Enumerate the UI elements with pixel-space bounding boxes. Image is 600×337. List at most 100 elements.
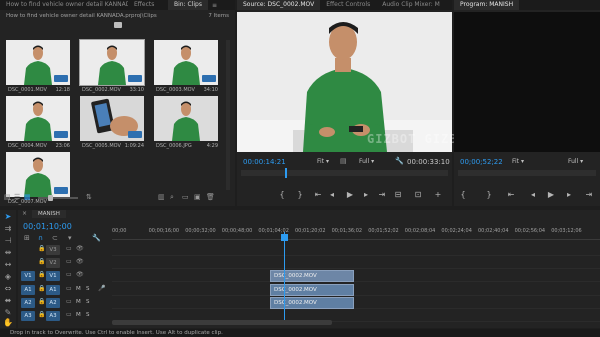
timeline-wrench-icon[interactable]: 🔧: [92, 234, 101, 242]
timeline-scrollbar[interactable]: [112, 320, 332, 325]
mic-icon[interactable]: 🎤: [98, 285, 105, 292]
snap-icon[interactable]: ∩: [38, 234, 43, 242]
track-lane[interactable]: [112, 244, 600, 256]
source-fit-select[interactable]: Fit ▾: [317, 158, 329, 165]
source-patch-a3[interactable]: A3: [21, 311, 35, 321]
program-go-to-in-icon[interactable]: ⇤: [506, 190, 516, 199]
source-quality-select[interactable]: Full ▾: [359, 158, 374, 165]
solo-button[interactable]: S: [86, 312, 90, 318]
rate-stretch-icon[interactable]: ↔: [3, 260, 13, 270]
mute-button[interactable]: M: [76, 299, 81, 305]
mute-button[interactable]: M: [76, 312, 81, 318]
sync-lock-icon[interactable]: ▭: [66, 245, 72, 252]
source-add-button-icon[interactable]: +: [433, 190, 443, 199]
track-lock-icon[interactable]: 🔒: [38, 258, 45, 265]
source-patch-v1[interactable]: V1: [21, 271, 35, 282]
sync-lock-icon[interactable]: ▭: [66, 285, 72, 292]
hand-icon[interactable]: ✋: [3, 318, 13, 328]
add-marker-icon[interactable]: ▾: [68, 234, 72, 242]
icon-view-icon[interactable]: ▦: [24, 193, 31, 201]
automate-icon[interactable]: ▥: [158, 193, 165, 201]
list-view-icon[interactable]: ☰: [14, 193, 20, 201]
program-scrub-bar[interactable]: [458, 170, 596, 176]
folder-up-icon[interactable]: [114, 22, 122, 28]
timeline-timecode[interactable]: 00;01;10;00: [23, 222, 72, 231]
linked-selection-icon[interactable]: ⊂: [52, 234, 58, 242]
sync-lock-icon[interactable]: ▭: [66, 258, 72, 265]
tab-audio-clip-mixer[interactable]: Audio Clip Mixer: M: [376, 0, 446, 10]
clear-icon[interactable]: 🗑: [206, 193, 215, 201]
timeline-clip-a2[interactable]: DSC_0002.MOV: [270, 296, 354, 309]
track-lock-icon[interactable]: 🔒: [38, 271, 45, 278]
track-target-a1[interactable]: A1: [46, 284, 60, 295]
program-step-forward-icon[interactable]: ▸: [564, 190, 574, 199]
source-overwrite-icon[interactable]: ⊡: [413, 190, 423, 199]
timeline-close-icon[interactable]: ×: [22, 210, 27, 217]
tab-program[interactable]: Program: MANISH: [454, 0, 520, 10]
program-mark-in-icon[interactable]: {: [458, 190, 468, 199]
new-bin-icon[interactable]: ▭: [182, 193, 189, 201]
source-insert-icon[interactable]: ⊟: [393, 190, 403, 199]
source-play-icon[interactable]: ▶: [345, 190, 355, 199]
marker-icon[interactable]: ▤: [340, 157, 347, 165]
new-item-icon[interactable]: ▣: [194, 193, 201, 201]
source-go-to-out-icon[interactable]: ⇥: [377, 190, 387, 199]
eye-icon[interactable]: 👁: [76, 245, 84, 252]
source-mark-out-icon[interactable]: }: [295, 190, 305, 199]
track-target-v1[interactable]: V1: [46, 271, 60, 282]
track-lane[interactable]: [112, 297, 600, 309]
source-patch-a1[interactable]: A1: [21, 284, 35, 295]
track-lock-icon[interactable]: 🔒: [38, 285, 45, 292]
program-go-to-out-icon[interactable]: ⇥: [584, 190, 594, 199]
timeline-clip-a1[interactable]: DSC_0002.MOV: [270, 283, 354, 296]
program-play-icon[interactable]: ▶: [546, 190, 556, 199]
zoom-slider[interactable]: [38, 197, 78, 199]
tab-bin-clips[interactable]: Bin: Clips: [168, 0, 208, 10]
selection-tool-icon[interactable]: ➤: [3, 212, 13, 222]
timeline-clip-v1[interactable]: DSC_0002.MOV: [270, 270, 354, 283]
track-target-v2[interactable]: V2: [46, 258, 60, 269]
source-patch-a2[interactable]: A2: [21, 297, 35, 308]
nest-icon[interactable]: ⊞: [24, 234, 30, 242]
eye-icon[interactable]: 👁: [76, 271, 84, 278]
tab-source[interactable]: Source: DSC_0002.MOV: [237, 0, 321, 10]
program-mark-out-icon[interactable]: }: [484, 190, 494, 199]
track-lock-icon[interactable]: 🔒: [38, 311, 45, 318]
lock-icon[interactable]: ▤: [4, 193, 11, 201]
sync-lock-icon[interactable]: ▭: [66, 298, 72, 305]
timeline-tab[interactable]: MANISH: [32, 210, 66, 218]
program-fit-select[interactable]: Fit ▾: [512, 158, 524, 165]
track-lane[interactable]: [112, 257, 600, 270]
program-step-back-icon[interactable]: ◂: [528, 190, 538, 199]
tab-effect-controls[interactable]: Effect Controls: [320, 0, 376, 10]
timeline-playhead-handle[interactable]: [281, 234, 288, 241]
tab-project[interactable]: How to find vehicle owner detail KANNADA: [0, 0, 128, 10]
source-step-back-icon[interactable]: ◂: [327, 190, 337, 199]
program-timecode[interactable]: 00;00;52;22: [460, 158, 503, 166]
mute-button[interactable]: M: [76, 286, 81, 292]
hamburger-icon[interactable]: ≡: [212, 2, 217, 9]
pen-icon[interactable]: ✎: [3, 308, 13, 318]
track-target-a3[interactable]: A3: [46, 311, 60, 321]
search-icon[interactable]: ⌕: [170, 193, 174, 202]
zoom-slider-handle[interactable]: [48, 195, 53, 201]
rolling-edit-icon[interactable]: ⇹: [3, 248, 13, 258]
source-playhead[interactable]: [285, 168, 287, 178]
wrench-icon[interactable]: 🔧: [395, 157, 404, 165]
track-lane[interactable]: [112, 284, 600, 296]
track-select-icon[interactable]: ⇉: [3, 224, 13, 234]
source-scrub-bar[interactable]: [241, 170, 448, 176]
slide-icon[interactable]: ⬌: [3, 296, 13, 306]
sync-lock-icon[interactable]: ▭: [66, 271, 72, 278]
track-target-v3[interactable]: V3: [46, 245, 60, 255]
track-lane[interactable]: [112, 270, 600, 283]
eye-icon[interactable]: 👁: [76, 258, 84, 265]
sort-icon[interactable]: ⇅: [86, 193, 92, 201]
program-quality-select[interactable]: Full ▾: [568, 158, 583, 165]
source-step-forward-icon[interactable]: ▸: [361, 190, 371, 199]
timeline-playhead[interactable]: [284, 232, 285, 322]
source-go-to-in-icon[interactable]: ⇤: [313, 190, 323, 199]
ripple-edit-icon[interactable]: ⊣: [3, 236, 13, 246]
bin-scrollbar[interactable]: [226, 40, 230, 190]
clip-thumbnail[interactable]: [154, 96, 218, 141]
